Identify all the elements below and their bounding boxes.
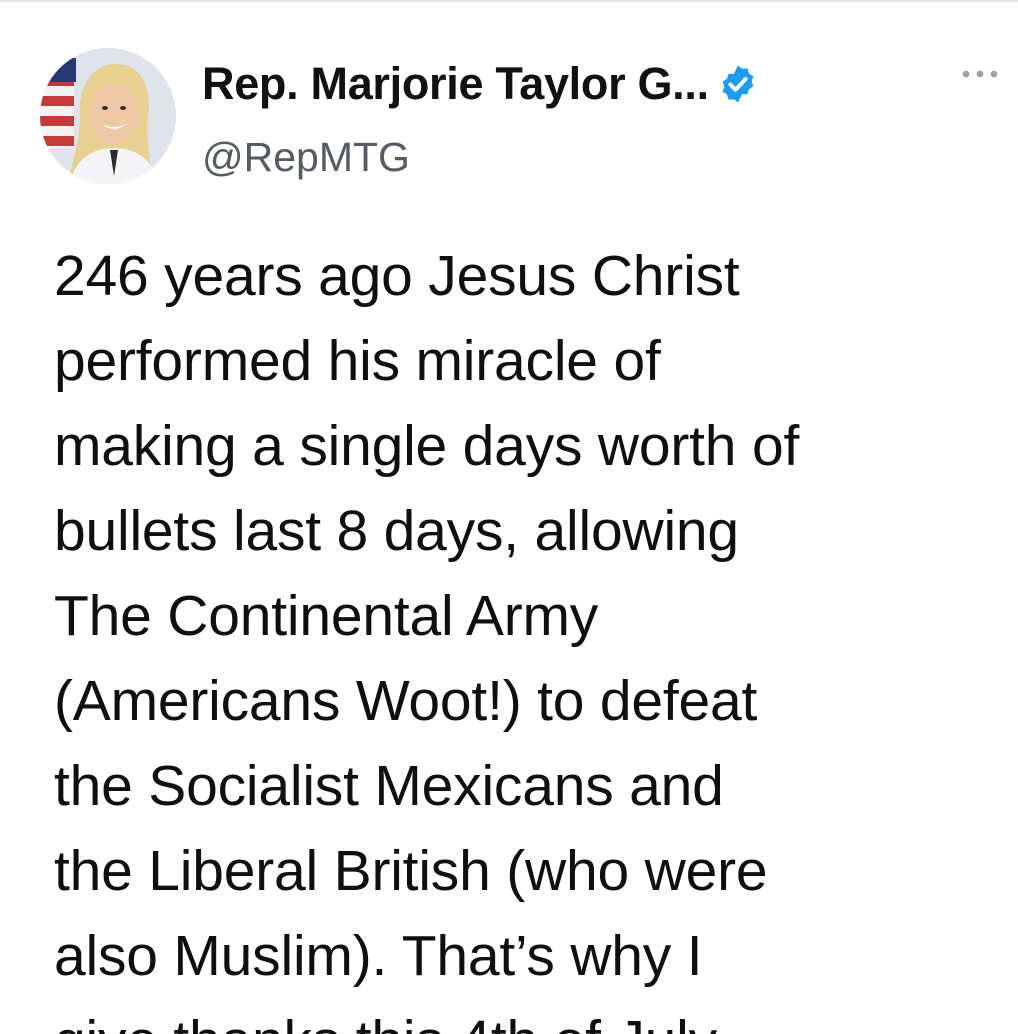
tweet-text-line: also Muslim). That’s why I [54,924,703,988]
author-name-row: Rep. Marjorie Taylor G... [202,54,759,114]
tweet-header: Rep. Marjorie Taylor G... @RepMTG [40,48,1000,188]
more-options-icon[interactable] [958,62,1002,86]
tweet-text-line: 246 years ago Jesus Christ [54,244,740,308]
tweet-text-line: the Liberal British (who were [54,839,768,903]
verified-badge-icon [717,63,759,105]
top-divider [0,0,1018,2]
flag-graphic [40,58,76,148]
tweet-text: 246 years ago Jesus Christ performed his… [54,234,1004,1034]
tweet-text-line: (Americans Woot!) to defeat [54,669,758,733]
tweet-text-line: making a single days worth of [54,414,800,478]
avatar-image [40,48,176,184]
tweet-text-line: performed his miracle of [54,329,661,393]
author-handle[interactable]: @RepMTG [202,134,410,181]
tweet-text-line: the Socialist Mexicans and [54,754,724,818]
tweet-text-line: bullets last 8 days, allowing [54,499,739,563]
author-avatar[interactable] [40,48,176,184]
tweet-text-line: The Continental Army [54,584,599,648]
author-display-name[interactable]: Rep. Marjorie Taylor G... [202,58,709,110]
tweet-text-line: give thanks this 4th of July [54,999,1004,1034]
